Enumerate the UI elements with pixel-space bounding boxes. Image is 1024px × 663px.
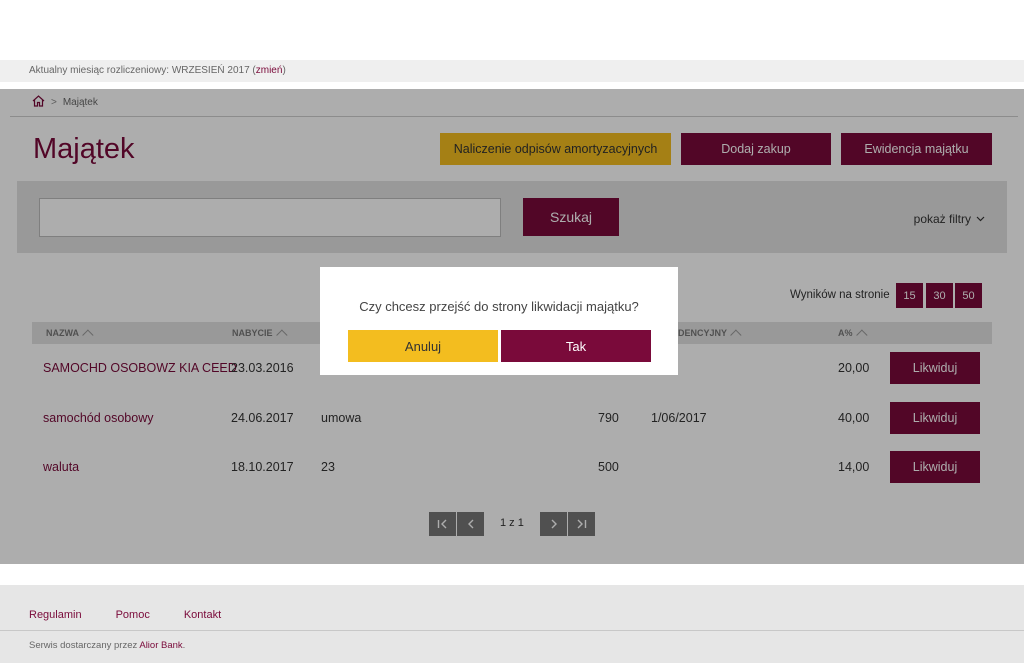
footer-note-end: . — [182, 640, 186, 651]
billing-month-label: Aktualny miesiąc rozliczeniowy: WRZESIEŃ… — [29, 65, 256, 76]
bank-link[interactable]: Alior Bank — [139, 640, 182, 651]
confirm-question: Czy chcesz przejść do strony likwidacji … — [359, 299, 639, 314]
footer-note: Serwis dostarczany przez Alior Bank. — [29, 640, 185, 651]
footer: Regulamin Pomoc Kontakt Serwis dostarcza… — [0, 585, 1024, 663]
confirm-button[interactable]: Tak — [501, 330, 651, 362]
billing-month-bar: Aktualny miesiąc rozliczeniowy: WRZESIEŃ… — [0, 60, 1024, 82]
footer-divider — [0, 630, 1024, 631]
footer-link-help[interactable]: Pomoc — [116, 609, 150, 621]
footer-link-contact[interactable]: Kontakt — [184, 609, 221, 621]
change-month-link[interactable]: zmień — [256, 65, 283, 76]
footer-links: Regulamin Pomoc Kontakt — [29, 609, 221, 621]
cancel-button[interactable]: Anuluj — [348, 330, 498, 362]
footer-note-text: Serwis dostarczany przez — [29, 640, 140, 651]
billing-month-suffix: ) — [282, 65, 286, 76]
confirm-dialog: Czy chcesz przejść do strony likwidacji … — [320, 267, 678, 375]
footer-link-terms[interactable]: Regulamin — [29, 609, 82, 621]
